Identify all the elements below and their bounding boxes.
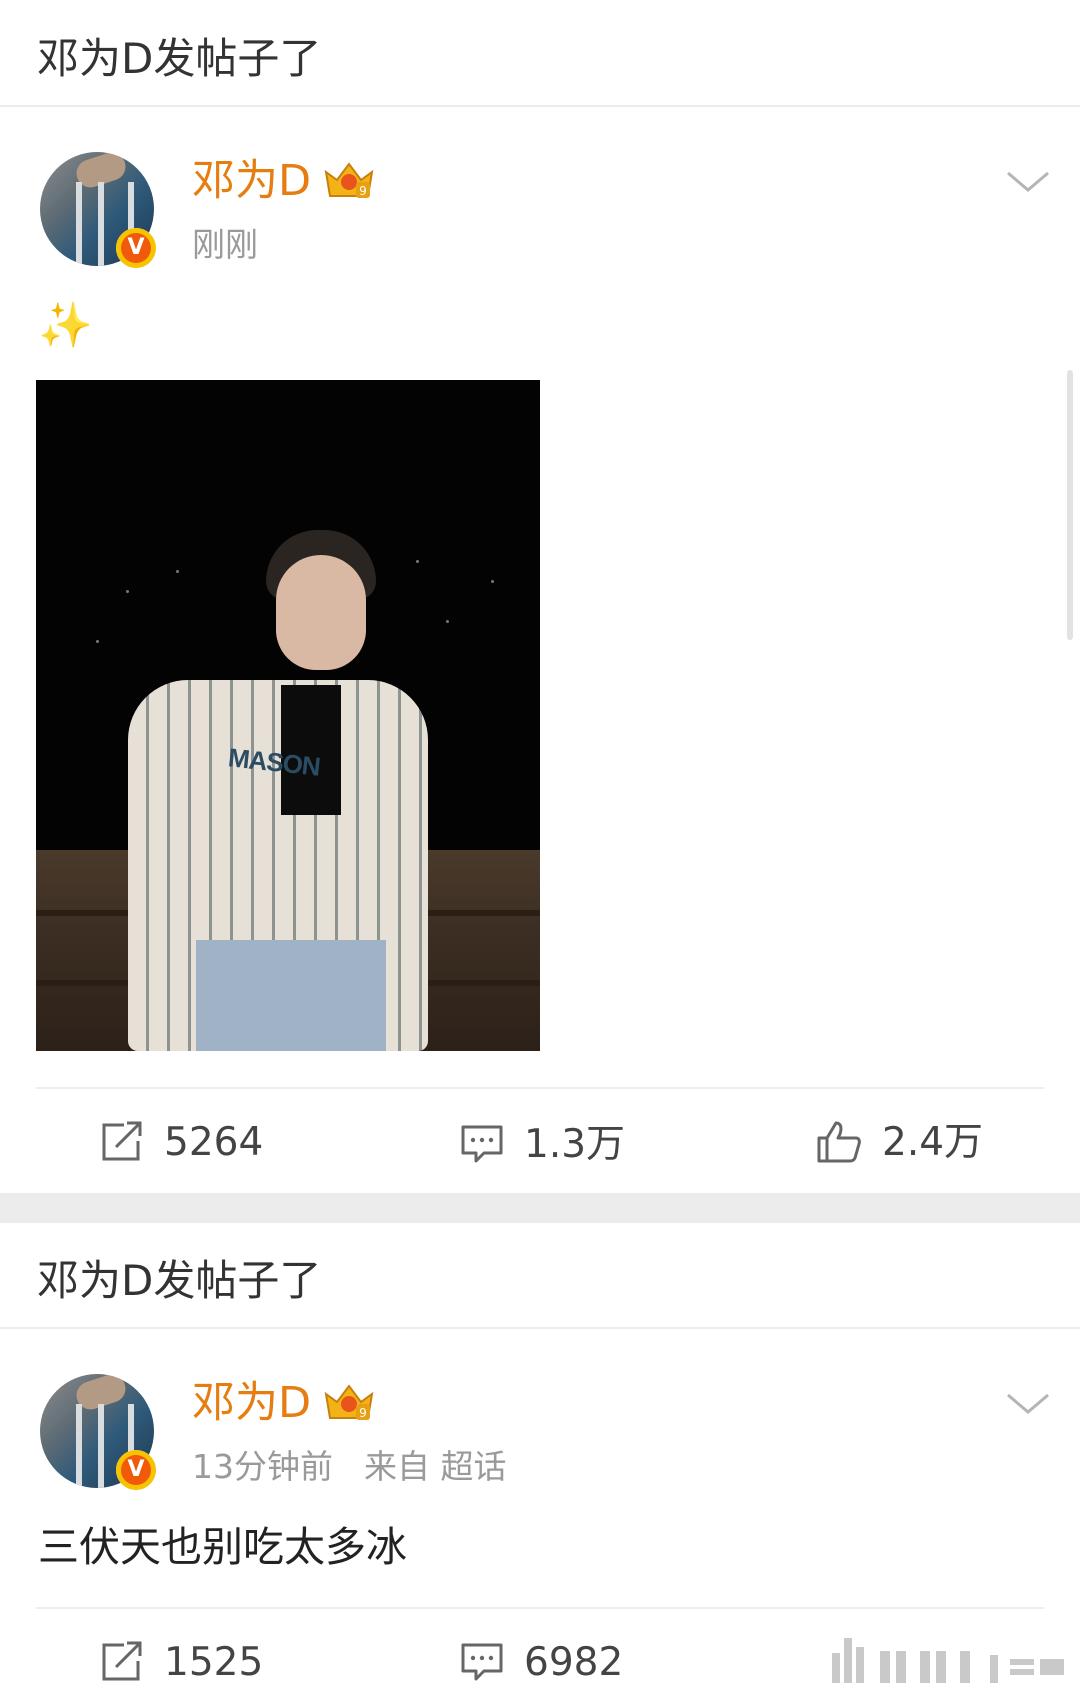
verified-v-badge-icon: V [116,1450,156,1490]
chevron-down-icon[interactable] [1006,170,1050,194]
comment-button[interactable]: 1.3万 [460,1119,625,1169]
scrollbar[interactable] [1067,370,1073,640]
post-timestamp: 刚刚 [192,225,258,264]
svg-text:9: 9 [359,1406,367,1420]
repost-icon [102,1121,142,1161]
post-source[interactable]: 来自 超话 [364,1450,507,1483]
post-photo[interactable]: MASON [36,380,540,1051]
repost-count: 1525 [164,1639,264,1685]
svg-text:9: 9 [359,184,367,198]
repost-button[interactable]: 5264 [100,1117,263,1167]
like-count: 2.4万 [882,1119,984,1165]
repost-icon [102,1641,142,1681]
vip-crown-icon: 9 [324,162,374,198]
comment-count: 1.3万 [524,1121,626,1167]
repost-button[interactable]: 1525 [100,1637,263,1687]
like-button[interactable]: 2.4万 [816,1117,983,1167]
thumbs-up-icon [817,1121,861,1163]
verified-v-badge-icon: V [116,228,156,268]
actions-divider [36,1087,1044,1089]
card-separator [0,1193,1080,1223]
post-text: ✨ [38,300,93,351]
section-divider [0,1327,1080,1329]
comment-count: 6982 [524,1639,624,1685]
section-divider [0,105,1080,107]
comment-icon [461,1125,503,1163]
watermark-bars [832,1638,1064,1683]
post-timestamp: 13分钟前 [192,1447,333,1486]
post-text: 三伏天也别吃太多冰 [38,1523,407,1571]
author-name[interactable]: 邓为D [192,160,311,203]
repost-count: 5264 [164,1119,264,1165]
vip-crown-icon: 9 [324,1384,374,1420]
author-name[interactable]: 邓为D [192,1382,311,1425]
section-title: 邓为D发帖子了 [37,34,322,83]
comment-icon [461,1643,503,1681]
chevron-down-icon[interactable] [1006,1392,1050,1416]
actions-divider [36,1607,1044,1609]
section-title: 邓为D发帖子了 [37,1256,322,1305]
comment-button[interactable]: 6982 [460,1637,623,1687]
